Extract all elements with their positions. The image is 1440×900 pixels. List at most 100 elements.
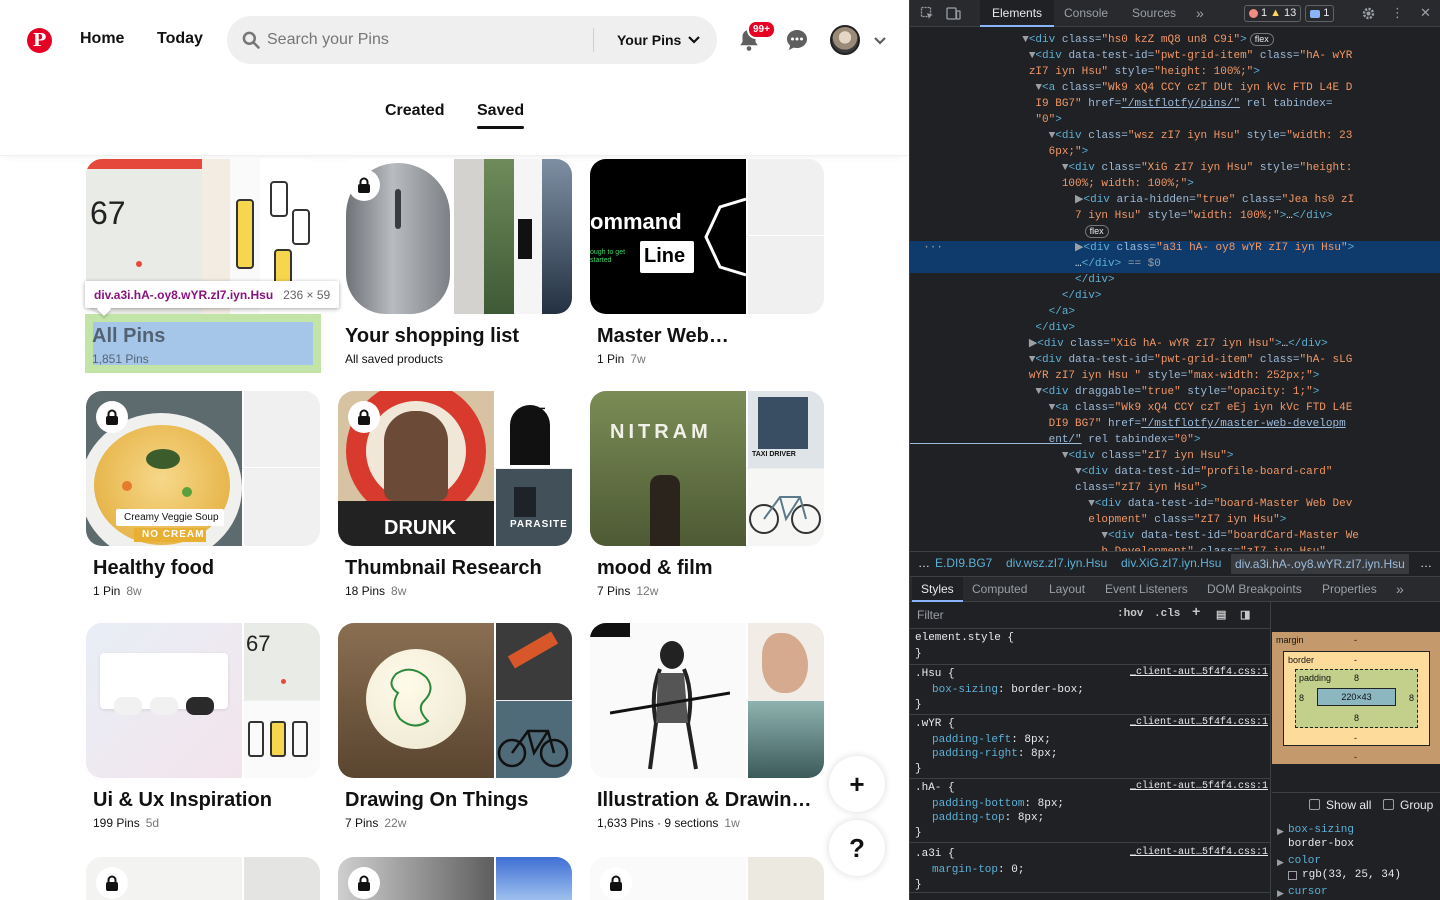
more-tabs-icon[interactable]: » (1196, 0, 1204, 27)
style-rule-a3i[interactable]: .a3i { _client-aut…5f4f4.css:1 margin-to… (910, 843, 1270, 893)
board-card-master-web[interactable]: ommand Line ough to get started Master W… (590, 159, 826, 366)
dom-node[interactable]: </div> (910, 273, 1440, 289)
box-model-content[interactable]: 220×43 (1317, 688, 1396, 706)
css-value[interactable]: 8px; (1018, 812, 1044, 824)
dom-node[interactable]: </a> (910, 305, 1440, 321)
style-rule-hsu[interactable]: .Hsu { _client-aut…5f4f4.css:1 box-sizin… (910, 665, 1270, 715)
tab-computed[interactable]: Computed (972, 577, 1027, 602)
styles-filter-input[interactable]: Filter (917, 608, 944, 622)
dom-node[interactable]: ▼<div data-test-id="boardCard-Master We (910, 529, 1440, 545)
dom-node[interactable]: flex (910, 225, 1440, 241)
breadcrumb-item[interactable]: div.XiG.zI7.iyn.Hsu (1121, 556, 1221, 570)
paint-icon[interactable]: ▤ (1216, 608, 1226, 622)
dom-node[interactable]: ent/" rel tabindex="0"> (910, 433, 1440, 449)
dom-node[interactable]: ▼<div class="wsz zI7 iyn Hsu" style="wid… (910, 129, 1440, 145)
dom-node[interactable]: wYR zI7 iyn Hsu " style="max-width: 252p… (910, 369, 1440, 385)
dom-node[interactable]: ▼<div draggable="true" style="opacity: 1… (910, 385, 1440, 401)
hover-state-toggle[interactable]: :hov (1117, 608, 1143, 620)
dom-node[interactable]: 100%; width: 100%;"> (910, 177, 1440, 193)
css-property[interactable]: margin-top (932, 864, 998, 876)
search-input[interactable] (267, 16, 587, 64)
dom-node-selected-cont[interactable]: …</div> == $0 (910, 257, 1440, 273)
tab-sources[interactable]: Sources (1132, 0, 1176, 27)
close-icon[interactable]: ✕ (1418, 6, 1433, 21)
search-bar[interactable]: Your Pins (227, 16, 717, 64)
board-card-drawing-on-things[interactable]: Drawing On Things 7 Pins 22w (338, 623, 574, 830)
info-count[interactable]: 1 (1305, 5, 1335, 22)
css-value[interactable]: 8px; (1024, 734, 1050, 746)
board-card-illustration[interactable]: Illustration & Drawin… 1,633 Pins · 9 se… (590, 623, 826, 830)
board-card-ui-ux[interactable]: 67 Ui & Ux Inspiration 199 Pins 5d (86, 623, 322, 830)
nav-home[interactable]: Home (80, 30, 124, 48)
dom-node[interactable]: elopment" class="zI7 iyn Hsu"> (910, 513, 1440, 529)
nav-today[interactable]: Today (157, 30, 203, 48)
tab-saved[interactable]: Saved (477, 102, 524, 120)
rule-source-link[interactable]: _client-aut…5f4f4.css:1 (1130, 847, 1268, 858)
dom-node[interactable]: ▼<div class="hs0 kzZ mQ8 un8 C9i"> flex (910, 33, 1440, 49)
group-checkbox[interactable] (1383, 799, 1394, 810)
board-card-mood-film[interactable]: NITRAM TAXI DRIVER mood & film 7 Pins 12w (590, 391, 826, 598)
help-button[interactable]: ? (829, 820, 885, 876)
dom-node[interactable]: </div> (910, 321, 1440, 337)
messages-icon[interactable] (785, 28, 809, 52)
dom-node[interactable]: DI9 BG7" href="/mstflotfy/master-web-dev… (910, 417, 1440, 433)
board-card-healthy-food[interactable]: Creamy Veggie Soup NO CREAM Healthy food… (86, 391, 322, 598)
computed-property[interactable]: cursor (1288, 886, 1328, 898)
dom-node[interactable]: ▼<div class="XiG zI7 iyn Hsu" style="hei… (910, 161, 1440, 177)
style-rule-wyr[interactable]: .wYR { _client-aut…5f4f4.css:1 padding-l… (910, 715, 1270, 779)
tab-styles[interactable]: Styles (912, 577, 963, 602)
class-toggle[interactable]: .cls (1154, 608, 1180, 620)
tab-console[interactable]: Console (1064, 0, 1108, 27)
more-panes-icon[interactable]: » (1396, 577, 1404, 602)
css-property[interactable]: padding-bottom (932, 798, 1024, 810)
computed-property[interactable]: box-sizing (1288, 824, 1354, 836)
board-card-row4-1[interactable] (86, 857, 322, 900)
css-property[interactable]: padding-top (932, 812, 1005, 824)
css-property[interactable]: padding-left (932, 734, 1011, 746)
search-scope-dropdown[interactable]: Your Pins (617, 32, 701, 48)
css-property[interactable]: box-sizing (932, 684, 998, 696)
rule-source-link[interactable]: _client-aut…5f4f4.css:1 (1130, 781, 1268, 792)
css-value[interactable]: 8px; (1031, 748, 1057, 760)
dom-node[interactable]: ▼<a class="Wk9 xQ4 CCY czT DUt iyn kVc F… (910, 81, 1440, 97)
dom-node[interactable]: zI7 iyn Hsu" style="height: 100%;"> (910, 65, 1440, 81)
tab-layout[interactable]: Layout (1049, 577, 1085, 602)
dom-node[interactable]: ▶<div class="XiG hA- wYR zI7 iyn Hsu">…<… (910, 337, 1440, 353)
tab-dom-breakpoints[interactable]: DOM Breakpoints (1207, 577, 1302, 602)
dom-node[interactable]: "0"> (910, 113, 1440, 129)
kebab-menu-icon[interactable]: ⋮ (1390, 6, 1405, 21)
create-button[interactable]: + (829, 756, 885, 812)
board-card-row4-2[interactable] (338, 857, 574, 900)
breadcrumb-item[interactable]: div.wsz.zI7.iyn.Hsu (1006, 556, 1107, 570)
device-toolbar-icon[interactable] (946, 6, 961, 21)
color-swatch[interactable] (1288, 871, 1297, 880)
tab-properties[interactable]: Properties (1322, 577, 1377, 602)
dom-node[interactable]: 6px;"> (910, 145, 1440, 161)
account-chevron-down-icon[interactable] (873, 34, 887, 48)
rule-source-link[interactable]: _client-aut…5f4f4.css:1 (1130, 717, 1268, 728)
dom-node[interactable]: ▼<div data-test-id="pwt-grid-item" class… (910, 49, 1440, 65)
dom-node[interactable]: ▶<div aria-hidden="true" class="Jea hs0 … (910, 193, 1440, 209)
breadcrumb-item-current[interactable]: div.a3i.hA-.oy8.wYR.zI7.iyn.Hsu (1231, 554, 1409, 574)
breadcrumb-overflow-left[interactable]: … (918, 556, 930, 570)
tab-created[interactable]: Created (385, 102, 445, 120)
dom-node[interactable]: 7 iyn Hsu" style="width: 100%;">…</div> (910, 209, 1440, 225)
board-card-thumbnail-research[interactable]: DRUNK I. OLGA PARASITE Thumbnail Researc… (338, 391, 574, 598)
errors-count[interactable]: 1 ▲ 13 (1244, 5, 1302, 22)
style-rule-element[interactable]: element.style { } (910, 629, 1270, 665)
rule-source-link[interactable]: _client-aut…5f4f4.css:1 (1130, 667, 1268, 678)
profile-avatar[interactable] (830, 25, 860, 55)
css-value[interactable]: 0; (1011, 864, 1024, 876)
breadcrumb-overflow-right[interactable]: … (1420, 556, 1432, 570)
show-all-checkbox[interactable] (1309, 799, 1320, 810)
dom-node[interactable]: class="zI7 iyn Hsu"> (910, 481, 1440, 497)
expand-arrow-icon[interactable]: ▶ (1277, 857, 1284, 868)
pinterest-logo[interactable]: P (27, 28, 52, 53)
tab-event-listeners[interactable]: Event Listeners (1105, 577, 1188, 602)
dom-node[interactable]: ▼<div data-test-id="board-Master Web Dev (910, 497, 1440, 513)
css-value[interactable]: border-box; (1011, 684, 1084, 696)
css-property[interactable]: padding-right (932, 748, 1018, 760)
dom-node-selected[interactable]: ··· ▶<div class="a3i hA- oy8 wYR zI7 iyn… (910, 241, 1440, 257)
inspect-element-icon[interactable] (920, 6, 935, 21)
dom-node[interactable]: ▼<div data-test-id="pwt-grid-item" class… (910, 353, 1440, 369)
